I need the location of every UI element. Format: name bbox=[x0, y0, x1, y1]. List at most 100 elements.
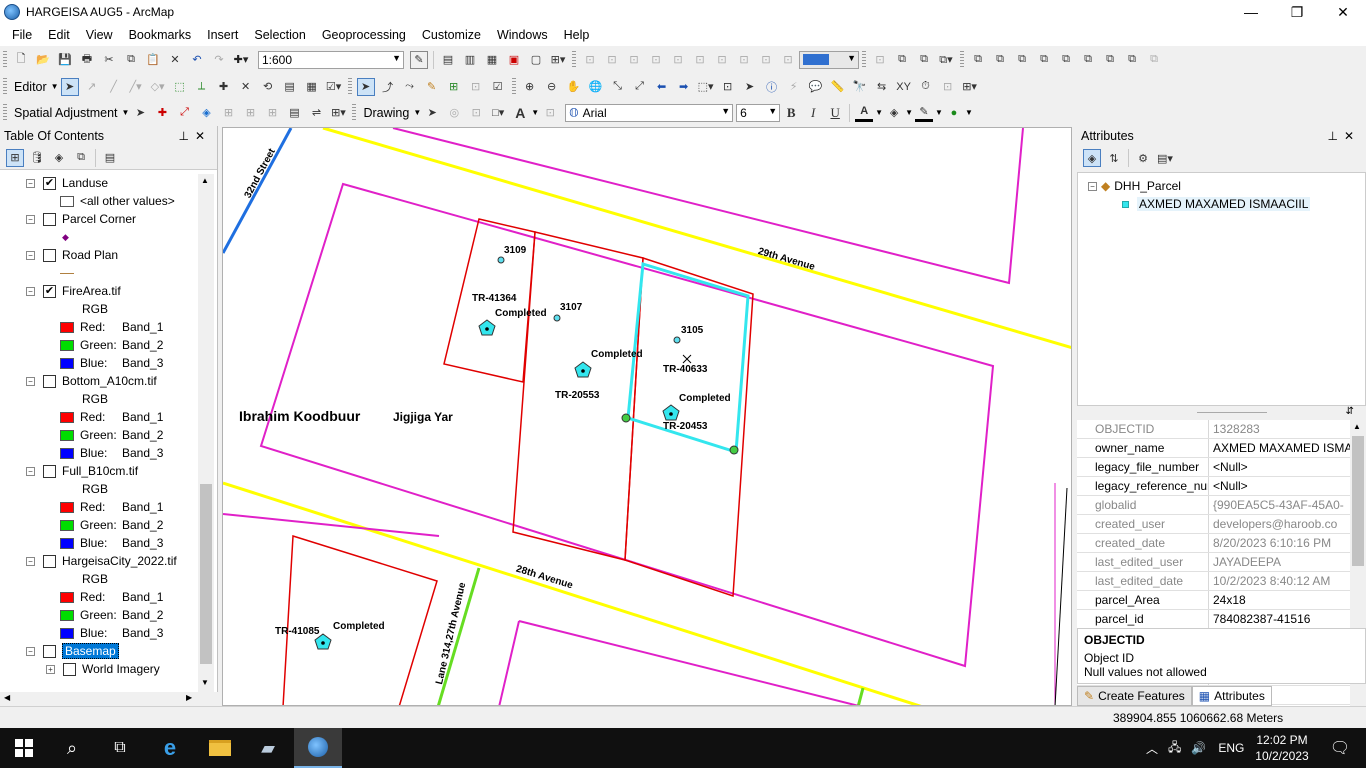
attribute-field-value[interactable]: AXMED MAXAMED ISMAACIIL bbox=[1209, 439, 1350, 457]
scroll-up-icon[interactable]: ▲ bbox=[201, 176, 209, 185]
edit-tool-icon[interactable]: ➤ bbox=[60, 77, 79, 96]
attribute-row-parcel-area[interactable]: parcel_Area 24x18 bbox=[1077, 591, 1350, 610]
attribute-row-legacy-reference-number[interactable]: legacy_reference_number<Null> bbox=[1077, 477, 1350, 496]
fixed-zoom-out-icon[interactable]: ⤢ bbox=[631, 78, 649, 96]
sort-fields-icon[interactable]: ⇵ bbox=[1346, 406, 1354, 417]
menu-view[interactable]: View bbox=[78, 28, 121, 42]
expand-toggle-icon[interactable]: − bbox=[26, 214, 35, 224]
menu-geoprocessing[interactable]: Geoprocessing bbox=[314, 28, 414, 42]
toc-layer-world-imagery[interactable]: + World Imagery bbox=[46, 660, 160, 678]
sort-icon[interactable]: ⇅ bbox=[1105, 149, 1123, 167]
zoom-out-icon[interactable]: ⊖ bbox=[543, 78, 561, 96]
menu-edit[interactable]: Edit bbox=[40, 28, 78, 42]
menu-selection[interactable]: Selection bbox=[246, 28, 313, 42]
menu-insert[interactable]: Insert bbox=[199, 28, 246, 42]
spatial-adjustment-menu[interactable]: Spatial Adjustment bbox=[10, 106, 122, 120]
maximize-button[interactable]: ❐ bbox=[1274, 0, 1320, 24]
select-elements-arrow-icon[interactable]: ➤ bbox=[741, 78, 759, 96]
sketch-properties-icon[interactable]: ▦ bbox=[303, 78, 321, 96]
marker-color-icon[interactable]: ● bbox=[945, 104, 963, 122]
clock[interactable]: 12:02 PM 10/2/2023 bbox=[1254, 732, 1310, 764]
go-to-xy-icon[interactable]: XY bbox=[895, 78, 913, 96]
scale-combo[interactable]: 1:600 ▼ bbox=[258, 50, 404, 69]
cut-icon[interactable]: ✂ bbox=[100, 51, 118, 69]
italic-button[interactable]: I bbox=[804, 104, 822, 122]
pin-icon[interactable]: ⊥ bbox=[178, 129, 194, 143]
attribute-row-globalid[interactable]: globalid {990EA5C5-43AF-45A0- bbox=[1077, 496, 1350, 515]
address-point-3109[interactable] bbox=[497, 256, 505, 264]
editor-menu[interactable]: Editor bbox=[10, 80, 51, 94]
find-route-icon[interactable]: ⇆ bbox=[873, 78, 891, 96]
add-data-icon[interactable]: ✚▾ bbox=[232, 51, 250, 69]
tab-create-features[interactable]: ✎ Create Features bbox=[1077, 686, 1192, 706]
identify-icon[interactable]: ⓘ bbox=[763, 78, 781, 96]
address-point-3107[interactable] bbox=[553, 314, 561, 322]
arctoolbox-icon[interactable]: ▣ bbox=[505, 51, 523, 69]
language-indicator[interactable]: ENG bbox=[1218, 741, 1244, 755]
expand-toggle-icon[interactable]: − bbox=[26, 466, 35, 476]
bold-button[interactable]: B bbox=[782, 104, 800, 122]
visibility-checkbox[interactable] bbox=[43, 212, 56, 226]
arccatalog-icon[interactable]: ▰ bbox=[244, 728, 292, 768]
attribute-row-parcel-id[interactable]: parcel_id 784082387-41516 bbox=[1077, 610, 1350, 629]
full-extent-icon[interactable]: 🌐 bbox=[587, 78, 605, 96]
address-point-3105[interactable] bbox=[673, 336, 681, 344]
attributes-scrollbar[interactable]: ▲ bbox=[1350, 420, 1366, 620]
toc-layer-basemap[interactable]: − Basemap bbox=[26, 642, 119, 660]
line-color-icon[interactable]: ✎ bbox=[915, 104, 934, 122]
map-view[interactable]: 32nd Street 29th Avenue 28th Avenue Lane… bbox=[222, 127, 1072, 706]
toc-layer-hargeisacity-2022-tif[interactable]: − HargeisaCity_2022.tif bbox=[26, 552, 177, 570]
save-icon[interactable]: 💾 bbox=[56, 51, 74, 69]
visibility-checkbox[interactable] bbox=[43, 374, 56, 388]
visibility-checkbox[interactable] bbox=[43, 644, 56, 658]
time-slider-icon[interactable]: ⏱ bbox=[917, 78, 935, 96]
back-extent-icon[interactable]: ⬅ bbox=[653, 78, 671, 96]
visibility-checkbox[interactable]: ✔ bbox=[43, 284, 56, 298]
volume-icon[interactable]: 🔊 bbox=[1191, 741, 1206, 755]
new-document-icon[interactable]: 🗋 bbox=[12, 51, 30, 69]
attributes-scroll-thumb[interactable] bbox=[1352, 436, 1364, 566]
attribute-field-value[interactable]: JAYADEEPA bbox=[1209, 553, 1350, 571]
text-icon[interactable]: A bbox=[511, 104, 529, 122]
attributes-pin-icon[interactable]: ⊥ bbox=[1327, 129, 1343, 143]
search-window-icon[interactable]: ▦ bbox=[483, 51, 501, 69]
expand-toggle-icon[interactable]: − bbox=[26, 178, 35, 188]
select-features-icon[interactable]: ⬚▾ bbox=[697, 78, 715, 96]
tab-attributes[interactable]: ▦ Attributes bbox=[1191, 686, 1272, 706]
attribute-row-created-date[interactable]: created_date 8/20/2023 6:10:16 PM bbox=[1077, 534, 1350, 553]
attribute-field-value[interactable]: 24x18 bbox=[1209, 591, 1350, 609]
attribute-field-value[interactable]: <Null> bbox=[1209, 477, 1350, 495]
attribute-row-objectid[interactable]: OBJECTID 1328283 bbox=[1077, 420, 1350, 439]
font-name-combo[interactable]: 𝕆 Arial ▼ bbox=[565, 103, 734, 122]
fill-color-icon[interactable]: ◈ bbox=[885, 104, 903, 122]
attribute-field-value[interactable]: {990EA5C5-43AF-45A0- bbox=[1209, 496, 1350, 514]
attributes-close-icon[interactable]: ✕ bbox=[1344, 129, 1360, 143]
edit-vertices-icon[interactable]: ⬚ bbox=[171, 78, 189, 96]
attribute-field-value[interactable]: 8/20/2023 6:10:16 PM bbox=[1209, 534, 1350, 552]
menu-windows[interactable]: Windows bbox=[489, 28, 556, 42]
measure-icon[interactable]: 📏 bbox=[829, 78, 847, 96]
minimize-button[interactable]: — bbox=[1228, 0, 1274, 24]
expand-toggle-icon[interactable]: − bbox=[26, 250, 35, 260]
find-icon[interactable]: 🔭 bbox=[851, 78, 869, 96]
file-explorer-icon[interactable] bbox=[196, 728, 244, 768]
select-elements-icon[interactable]: ➤ bbox=[356, 77, 375, 96]
toc-layer-landuse[interactable]: − ✔ Landuse bbox=[26, 174, 108, 192]
list-by-source-icon[interactable]: 🛢 bbox=[28, 149, 46, 167]
menu-file[interactable]: File bbox=[4, 28, 40, 42]
layer-options-icon[interactable]: ⚙ bbox=[1134, 149, 1152, 167]
expand-toggle-icon[interactable]: − bbox=[26, 286, 35, 296]
clear-selection-icon[interactable]: ⊡ bbox=[719, 78, 737, 96]
create-viewer-icon[interactable]: ⊞▾ bbox=[961, 78, 979, 96]
show-features-icon[interactable]: ◈ bbox=[1083, 149, 1101, 167]
toc-layer-firearea-tif[interactable]: − ✔ FireArea.tif bbox=[26, 282, 121, 300]
model-builder-icon[interactable]: ⊞▾ bbox=[549, 51, 567, 69]
redo-icon[interactable]: ↷ bbox=[210, 51, 228, 69]
forward-extent-icon[interactable]: ➡ bbox=[675, 78, 693, 96]
attribute-row-created-user[interactable]: created_user developers@haroob.co bbox=[1077, 515, 1350, 534]
tree-feature-node[interactable]: AXMED MAXAMED ISMAACIIL bbox=[1122, 197, 1311, 211]
status-marker-tr20553[interactable] bbox=[574, 361, 592, 378]
attribute-row-last-edited-date[interactable]: last_edited_date 10/2/2023 8:40:12 AM bbox=[1077, 572, 1350, 591]
python-icon[interactable]: ▢ bbox=[527, 51, 545, 69]
status-marker-tr41364[interactable] bbox=[478, 319, 496, 336]
